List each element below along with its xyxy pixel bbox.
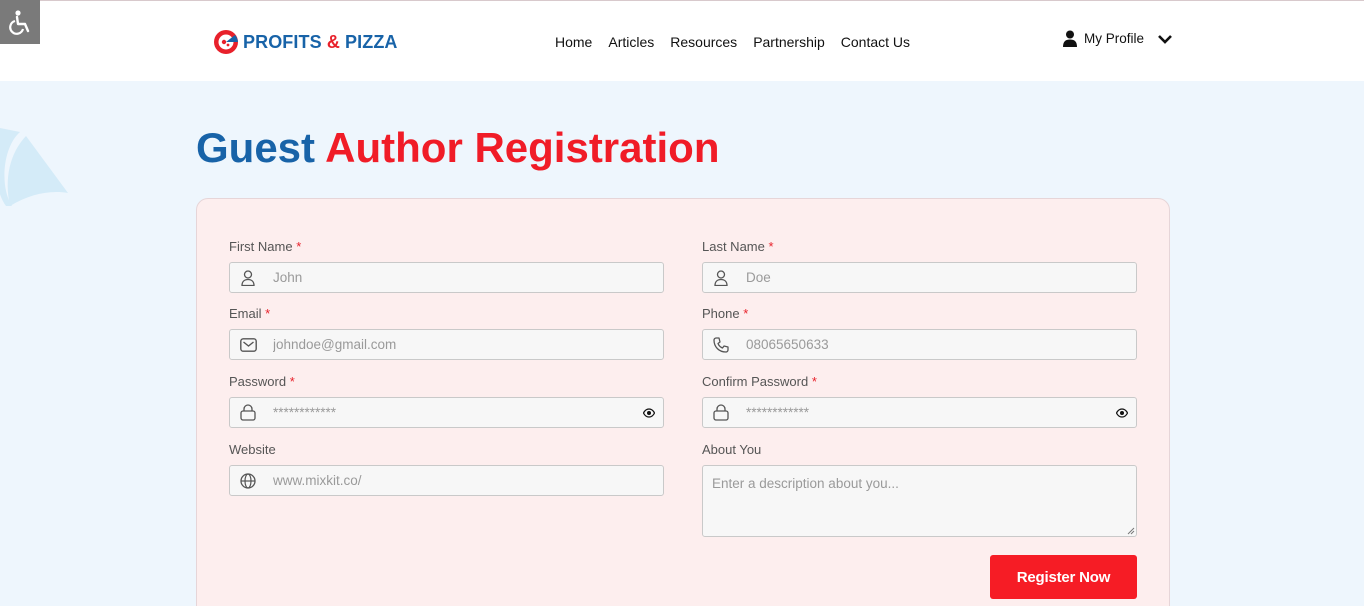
password-field: Password *: [229, 373, 664, 428]
title-part1: Guest: [196, 124, 316, 171]
brand-name: PROFITS & PIZZA: [243, 32, 398, 53]
person-icon: [1063, 30, 1077, 47]
lock-icon: [239, 404, 257, 422]
nav-contact-us[interactable]: Contact Us: [841, 34, 910, 50]
site-header: PROFITS & PIZZA Home Articles Resources …: [0, 1, 1364, 81]
eye-icon[interactable]: [643, 407, 655, 419]
brand-ampersand: &: [326, 31, 340, 52]
wheelchair-icon: [9, 10, 30, 35]
nav-partnership[interactable]: Partnership: [753, 34, 825, 50]
brand-logo[interactable]: PROFITS & PIZZA: [213, 29, 398, 55]
eye-icon[interactable]: [1116, 407, 1128, 419]
title-part2: Author Registration: [325, 124, 720, 171]
globe-icon: [239, 472, 257, 490]
confirm-password-field: Confirm Password *: [702, 373, 1137, 428]
last-name-input[interactable]: [746, 270, 1106, 285]
nav-resources[interactable]: Resources: [670, 34, 737, 50]
email-field: Email *: [229, 305, 664, 360]
confirm-password-label: Confirm Password *: [702, 374, 817, 389]
page-title: Guest Author Registration: [196, 122, 719, 174]
chevron-down-icon: [1158, 34, 1172, 44]
phone-label: Phone *: [702, 306, 749, 321]
password-input[interactable]: [273, 405, 633, 420]
email-box: [229, 329, 664, 360]
website-field: Website: [229, 441, 664, 496]
resize-handle-icon[interactable]: [1127, 527, 1135, 535]
last-name-label: Last Name *: [702, 239, 774, 254]
password-label: Password *: [229, 374, 295, 389]
first-name-box: [229, 262, 664, 293]
phone-input[interactable]: [746, 337, 1106, 352]
first-name-input[interactable]: [273, 270, 633, 285]
about-you-label: About You: [702, 442, 762, 457]
brand-name-part2: PIZZA: [345, 31, 398, 52]
email-label: Email *: [229, 306, 271, 321]
phone-icon: [712, 336, 730, 354]
last-name-field: Last Name *: [702, 238, 1137, 293]
brand-name-part1: PROFITS: [243, 31, 322, 52]
first-name-field: First Name *: [229, 238, 664, 293]
pizza-decoration-icon: [0, 128, 68, 206]
website-input[interactable]: [273, 473, 633, 488]
confirm-password-input[interactable]: [746, 405, 1106, 420]
mail-icon: [239, 336, 257, 354]
accessibility-button[interactable]: [0, 0, 40, 44]
nav-home[interactable]: Home: [555, 34, 592, 50]
phone-box: [702, 329, 1137, 360]
website-box: [229, 465, 664, 496]
main-nav: Home Articles Resources Partnership Cont…: [555, 34, 910, 50]
profile-menu[interactable]: My Profile: [1063, 30, 1173, 47]
nav-articles[interactable]: Articles: [608, 34, 654, 50]
phone-field: Phone *: [702, 305, 1137, 360]
register-now-button[interactable]: Register Now: [990, 555, 1137, 599]
first-name-label: First Name *: [229, 239, 302, 254]
lock-icon: [712, 404, 730, 422]
website-label: Website: [229, 442, 276, 457]
profile-label: My Profile: [1084, 31, 1145, 46]
user-icon: [239, 269, 257, 287]
password-box: [229, 397, 664, 428]
pizza-logo-icon: [214, 30, 238, 54]
user-icon: [712, 269, 730, 287]
about-you-field: About You: [702, 441, 1137, 537]
last-name-box: [702, 262, 1137, 293]
confirm-password-box: [702, 397, 1137, 428]
about-you-textarea[interactable]: [702, 465, 1137, 537]
email-input[interactable]: [273, 337, 633, 352]
